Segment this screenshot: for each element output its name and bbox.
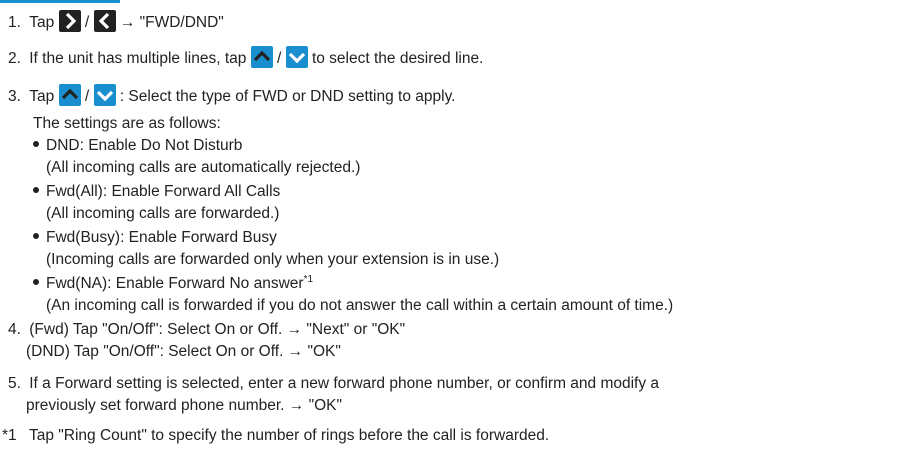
setting-fwd-na-title: Fwd(NA): Enable Forward No answer*1 — [33, 274, 313, 294]
step-5: 5. If a Forward setting is selected, ent… — [8, 374, 659, 394]
step-3-tap-text: Tap — [29, 88, 55, 105]
step-5-line-1: If a Forward setting is selected, enter … — [29, 375, 660, 392]
setting-label: Fwd(NA): Enable Forward No answer — [46, 275, 304, 292]
chevron-down-icon[interactable] — [285, 46, 308, 68]
bullet — [33, 233, 39, 239]
step-1-number: 1. — [8, 14, 21, 31]
setting-dnd-title: DND: Enable Do Not Disturb — [33, 136, 242, 156]
step-1-tap-text: Tap — [29, 14, 55, 31]
step-1-destination: → "FWD/DND" — [119, 14, 224, 31]
step-1: 1. Tap / → "FWD/DND" — [8, 10, 224, 33]
chevron-up-icon[interactable] — [250, 46, 273, 68]
step-2-slash: / — [277, 50, 282, 67]
setting-label: Fwd(All): Enable Forward All Calls — [46, 183, 281, 200]
step-3: 3. Tap / : Select the type of FWD or DND… — [8, 84, 456, 107]
step-4-line-1: (Fwd) Tap "On/Off": Select On or Off. → … — [29, 321, 406, 338]
chevron-right-icon[interactable] — [58, 10, 81, 32]
step-3-intro: The settings are as follows: — [33, 115, 221, 132]
step-4-line-2: (DND) Tap "On/Off": Select On or Off. → … — [26, 343, 341, 360]
setting-label: DND: Enable Do Not Disturb — [46, 137, 243, 154]
step-2-text: If the unit has multiple lines, tap — [29, 50, 247, 67]
step-3-number: 3. — [8, 88, 21, 105]
setting-fwd-na-desc: (An incoming call is forwarded if you do… — [46, 297, 674, 314]
step-3-text: : Select the type of FWD or DND setting … — [119, 88, 456, 105]
chevron-down-icon[interactable] — [93, 84, 116, 106]
step-3-slash: / — [84, 88, 90, 105]
step-2-text-end: to select the desired line. — [311, 50, 484, 67]
bullet — [33, 187, 39, 193]
bullet — [33, 141, 39, 147]
setting-fwd-busy-desc: (Incoming calls are forwarded only when … — [46, 251, 500, 268]
chevron-left-icon[interactable] — [93, 10, 116, 32]
setting-fwd-busy-title: Fwd(Busy): Enable Forward Busy — [33, 228, 277, 248]
setting-fwd-all-desc: (All incoming calls are forwarded.) — [46, 205, 280, 222]
chevron-up-icon[interactable] — [58, 84, 81, 106]
setting-dnd-desc: (All incoming calls are automatically re… — [46, 159, 361, 176]
footnote-mark: *1 — [2, 427, 17, 444]
footnote-ref: *1 — [303, 273, 314, 285]
step-5-line-2: previously set forward phone number. → "… — [26, 397, 342, 414]
setting-fwd-all-title: Fwd(All): Enable Forward All Calls — [33, 182, 280, 202]
footnote-text: Tap "Ring Count" to specify the number o… — [28, 427, 550, 444]
step-5-number: 5. — [8, 375, 21, 392]
step-1-slash: / — [84, 14, 90, 31]
step-2: 2. If the unit has multiple lines, tap /… — [8, 46, 483, 69]
step-4: 4. (Fwd) Tap "On/Off": Select On or Off.… — [8, 320, 405, 340]
top-cutoff-bar — [0, 0, 120, 3]
footnote: *1 Tap "Ring Count" to specify the numbe… — [2, 426, 549, 446]
setting-label: Fwd(Busy): Enable Forward Busy — [46, 229, 277, 246]
step-2-number: 2. — [8, 50, 21, 67]
step-4-number: 4. — [8, 321, 21, 338]
bullet — [33, 279, 39, 285]
